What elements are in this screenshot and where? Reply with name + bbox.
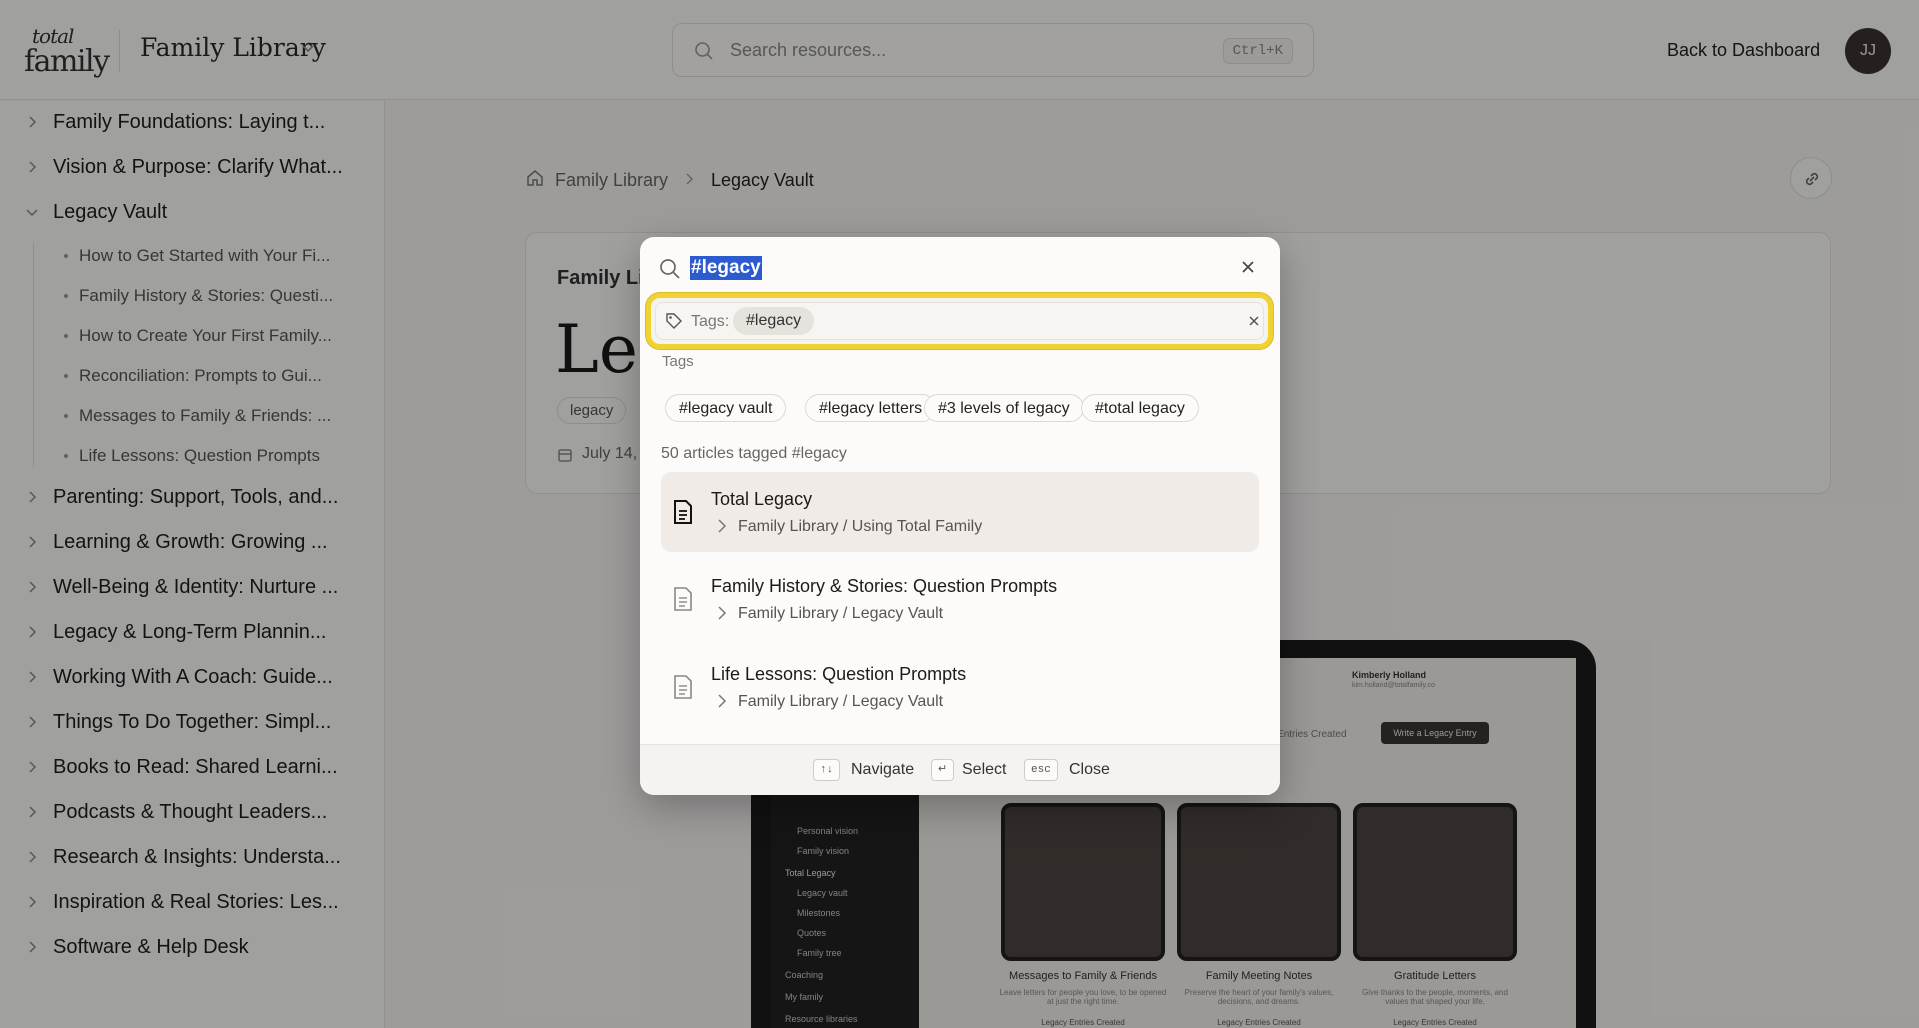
tag-filter-label: Tags: <box>691 313 730 330</box>
result-path: Family Library / Legacy Vault <box>738 693 944 710</box>
modal-footer: ↑↓ Navigate ↵ Select esc Close <box>640 744 1280 795</box>
suggested-tag-legacy-vault[interactable]: #legacy vault <box>665 394 787 422</box>
close-label: Close <box>1069 761 1110 778</box>
suggested-tag-total-legacy[interactable]: #total legacy <box>1081 394 1199 422</box>
close-key-hint: esc <box>1024 759 1058 781</box>
search-query-input[interactable]: #legacy <box>690 256 762 280</box>
document-icon <box>674 500 692 524</box>
search-icon <box>660 259 680 279</box>
clear-tag-filter-icon[interactable] <box>1247 314 1261 328</box>
result-title: Family History & Stories: Question Promp… <box>711 576 1058 596</box>
tag-icon <box>666 313 682 329</box>
document-icon <box>674 675 692 699</box>
navigate-key-hint: ↑↓ <box>813 759 841 781</box>
active-tag-chip[interactable]: #legacy <box>733 307 815 335</box>
select-key-hint: ↵ <box>931 759 955 781</box>
chevron-right-icon <box>718 606 727 620</box>
result-title: Life Lessons: Question Prompts <box>711 664 967 684</box>
tag-filter-bar: Tags: #legacy <box>646 293 1273 349</box>
suggested-tags-heading: Tags <box>662 353 694 370</box>
chevron-right-icon <box>718 519 727 533</box>
result-path: Family Library / Using Total Family <box>738 518 983 535</box>
select-label: Select <box>962 761 1007 778</box>
document-icon <box>674 587 692 611</box>
suggested-tag-legacy-letters[interactable]: #legacy letters <box>805 394 937 422</box>
result-path: Family Library / Legacy Vault <box>738 605 944 622</box>
search-modal: #legacy Tags: #legacy Tags #legacy vault… <box>640 237 1280 795</box>
close-icon[interactable] <box>1240 259 1256 275</box>
search-result-total-legacy[interactable]: Total Legacy Family Library / Using Tota… <box>661 472 1259 552</box>
search-result-family-history[interactable]: Family History & Stories: Question Promp… <box>661 559 1259 639</box>
search-result-life-lessons[interactable]: Life Lessons: Question Prompts Family Li… <box>661 647 1259 727</box>
chevron-right-icon <box>718 694 727 708</box>
navigate-label: Navigate <box>851 761 915 778</box>
suggested-tag-3-levels[interactable]: #3 levels of legacy <box>924 394 1084 422</box>
result-title: Total Legacy <box>711 489 813 509</box>
result-count: 50 articles tagged #legacy <box>661 445 847 462</box>
